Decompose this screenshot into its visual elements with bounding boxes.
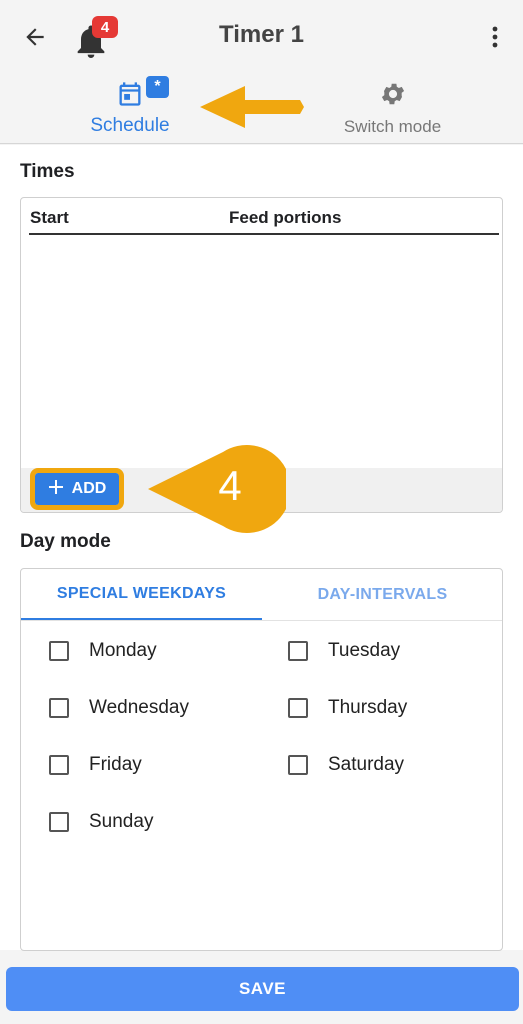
weekday-wednesday[interactable]: Wednesday: [49, 697, 189, 719]
tab-day-intervals[interactable]: DAY-INTERVALS: [262, 569, 503, 621]
tab-switch-mode-label: Switch mode: [343, 117, 442, 136]
checkbox[interactable]: [288, 641, 308, 661]
app-bar: 4 Timer 1: [0, 0, 523, 72]
tab-schedule-label: Schedule: [90, 115, 170, 136]
schedule-content: Times Start Feed portions ADD Day mode S…: [0, 145, 523, 951]
calendar-icon: [116, 80, 144, 113]
tab-special-weekdays[interactable]: SPECIAL WEEKDAYS: [21, 569, 262, 621]
weekday-label: Monday: [89, 640, 157, 661]
plus-icon: [48, 479, 64, 500]
step-number: 4: [218, 462, 242, 509]
page-title: Timer 1: [219, 21, 304, 48]
weekday-label: Tuesday: [328, 640, 401, 661]
checkbox[interactable]: [49, 698, 69, 718]
checkbox[interactable]: [49, 755, 69, 775]
checkbox[interactable]: [49, 812, 69, 832]
add-time-button[interactable]: ADD: [30, 468, 124, 510]
checkbox[interactable]: [288, 755, 308, 775]
tabs-divider: [21, 620, 502, 621]
more-vert-icon[interactable]: [480, 20, 510, 54]
weekday-label: Wednesday: [89, 697, 189, 718]
weekday-label: Saturday: [328, 754, 405, 775]
weekday-saturday[interactable]: Saturday: [288, 754, 404, 776]
weekday-monday[interactable]: Monday: [49, 640, 157, 662]
weekday-tuesday[interactable]: Tuesday: [288, 640, 400, 662]
table-header-divider: [29, 233, 499, 235]
checkbox[interactable]: [288, 698, 308, 718]
column-header-feed-portions: Feed portions: [229, 208, 342, 227]
weekday-friday[interactable]: Friday: [49, 754, 142, 776]
column-header-start: Start: [30, 208, 69, 227]
weekday-label: Thursday: [328, 697, 408, 718]
add-button-label: ADD: [71, 480, 107, 497]
gear-icon: [379, 80, 407, 113]
weekday-label: Sunday: [89, 811, 154, 832]
weekday-thursday[interactable]: Thursday: [288, 697, 407, 719]
tab-switch-mode[interactable]: Switch mode: [320, 72, 465, 144]
schedule-modified-badge: *: [146, 76, 169, 98]
weekday-label: Friday: [89, 754, 142, 775]
tutorial-arrow-icon: [200, 86, 304, 128]
weekday-sunday[interactable]: Sunday: [49, 811, 153, 833]
times-section-title: Times: [20, 161, 75, 182]
save-button[interactable]: SAVE: [6, 967, 519, 1011]
tab-schedule[interactable]: Schedule: [70, 72, 190, 144]
day-mode-section-title: Day mode: [20, 531, 111, 552]
checkbox[interactable]: [49, 641, 69, 661]
day-mode-card: SPECIAL WEEKDAYS DAY-INTERVALS Monday Tu…: [20, 568, 503, 951]
